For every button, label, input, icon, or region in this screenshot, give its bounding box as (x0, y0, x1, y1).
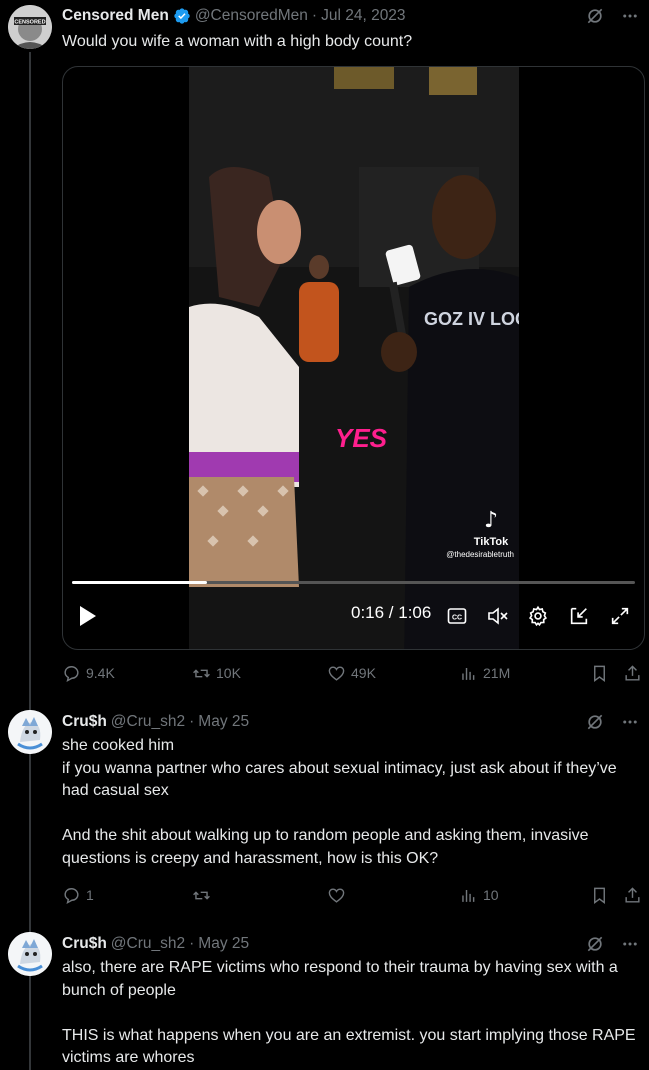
author-name[interactable]: Cru$h (62, 713, 107, 731)
picture-in-picture-icon[interactable] (568, 605, 590, 632)
repost-button[interactable] (192, 883, 211, 907)
author-name[interactable]: Censored Men (62, 7, 169, 25)
tweet-header: Cru$h @Cru_sh2 · May 25 (62, 711, 249, 733)
tweet-actions: 9.4K 10K 49K 21M (62, 661, 642, 685)
author-handle[interactable]: @CensoredMen (195, 7, 308, 25)
video-progress-fill (72, 581, 208, 584)
tweet-header: Cru$h @Cru_sh2 · May 25 (62, 933, 249, 955)
tweet-text: Would you wife a woman with a high body … (62, 33, 413, 50)
video-time: 0:16 / 1:06 (351, 603, 432, 622)
video-controls: 0:16 / 1:06 CC (63, 581, 644, 649)
views-button[interactable]: 21M (459, 661, 510, 685)
like-button[interactable]: 49K (327, 661, 376, 685)
play-icon[interactable] (78, 605, 98, 632)
avatar[interactable]: CENSORED (8, 5, 52, 49)
views-icon (462, 667, 475, 680)
like-button[interactable] (327, 883, 346, 907)
repost-count: 10K (216, 665, 241, 681)
captions-icon[interactable]: CC (447, 606, 467, 631)
reply-count: 9.4K (86, 665, 115, 681)
main-tweet: CENSORED Censored Men @CensoredMen · Jul… (0, 0, 649, 1070)
reply-icon (64, 665, 79, 682)
tweet-date[interactable]: May 25 (198, 935, 249, 953)
bookmark-icon (594, 665, 605, 682)
grok-icon[interactable] (585, 6, 605, 31)
avatar-label: CENSORED (14, 20, 45, 26)
bookmark-icon (594, 887, 605, 904)
tweet-text: she cooked him if you wanna partner who … (62, 737, 617, 867)
avatar[interactable] (8, 710, 52, 754)
reply-button[interactable]: 9.4K (62, 661, 115, 685)
bookmark-button[interactable] (590, 661, 609, 685)
repost-icon (193, 668, 210, 678)
repost-button[interactable]: 10K (192, 661, 241, 685)
share-icon (625, 664, 640, 681)
tweet-date[interactable]: Jul 24, 2023 (321, 7, 405, 25)
views-icon (462, 889, 475, 902)
bookmark-button[interactable] (590, 883, 609, 907)
video-overlay-text: YES (335, 423, 388, 453)
captions-label: CC (452, 615, 462, 622)
mute-icon[interactable] (487, 606, 509, 631)
reply-tweet: Cru$h @Cru_sh2 · May 25 she cooked him i… (0, 700, 649, 925)
reply-count: 1 (86, 887, 94, 903)
dot-separator: · (189, 713, 195, 730)
like-count: 49K (351, 665, 376, 681)
fullscreen-icon[interactable] (609, 605, 631, 632)
tweet-header: Censored Men @CensoredMen · Jul 24, 2023 (62, 5, 406, 27)
more-icon[interactable] (621, 935, 639, 958)
video-player[interactable]: GOZ IV LOGS YES ♪ TikTok @thedesirabletr… (62, 66, 645, 650)
heart-icon (328, 665, 345, 681)
dot-separator: · (311, 7, 318, 24)
tiktok-logo-icon: ♪ (484, 508, 498, 533)
tweet-actions: 1 10 (62, 883, 642, 907)
tweet-text: also, there are RAPE victims who respond… (62, 959, 636, 1066)
grok-icon[interactable] (585, 934, 605, 959)
tweet-top-actions (585, 712, 639, 737)
tweet-top-actions (585, 934, 639, 959)
grok-icon[interactable] (585, 712, 605, 737)
dot-separator: · (189, 935, 195, 952)
verified-badge-icon (173, 7, 191, 25)
tiktok-handle: @thedesirabletruth (446, 550, 514, 559)
author-name[interactable]: Cru$h (62, 935, 107, 953)
tweet-date[interactable]: May 25 (198, 713, 249, 731)
reply-tweet: Cru$h @Cru_sh2 · May 25 also, there are … (0, 922, 649, 1070)
more-icon[interactable] (621, 713, 639, 736)
share-icon (625, 886, 640, 903)
author-handle[interactable]: @Cru_sh2 (111, 935, 185, 953)
view-count: 10 (483, 887, 499, 903)
video-progress-bar[interactable] (72, 581, 635, 584)
share-button[interactable] (623, 661, 642, 685)
reply-icon (64, 887, 79, 904)
heart-icon (328, 887, 345, 903)
settings-gear-icon[interactable] (527, 605, 549, 632)
reply-button[interactable]: 1 (62, 883, 94, 907)
tiktok-watermark: TikTok (474, 536, 509, 548)
view-count: 21M (483, 665, 511, 681)
author-handle[interactable]: @Cru_sh2 (111, 713, 185, 731)
shirt-print: GOZ IV LOGS (424, 309, 519, 329)
views-button[interactable]: 10 (459, 883, 499, 907)
repost-icon (193, 890, 210, 900)
video-frame: GOZ IV LOGS YES ♪ TikTok @thedesirabletr… (189, 67, 519, 649)
tweet-top-actions (585, 6, 639, 31)
avatar[interactable] (8, 932, 52, 976)
more-icon[interactable] (621, 7, 639, 30)
share-button[interactable] (623, 883, 642, 907)
